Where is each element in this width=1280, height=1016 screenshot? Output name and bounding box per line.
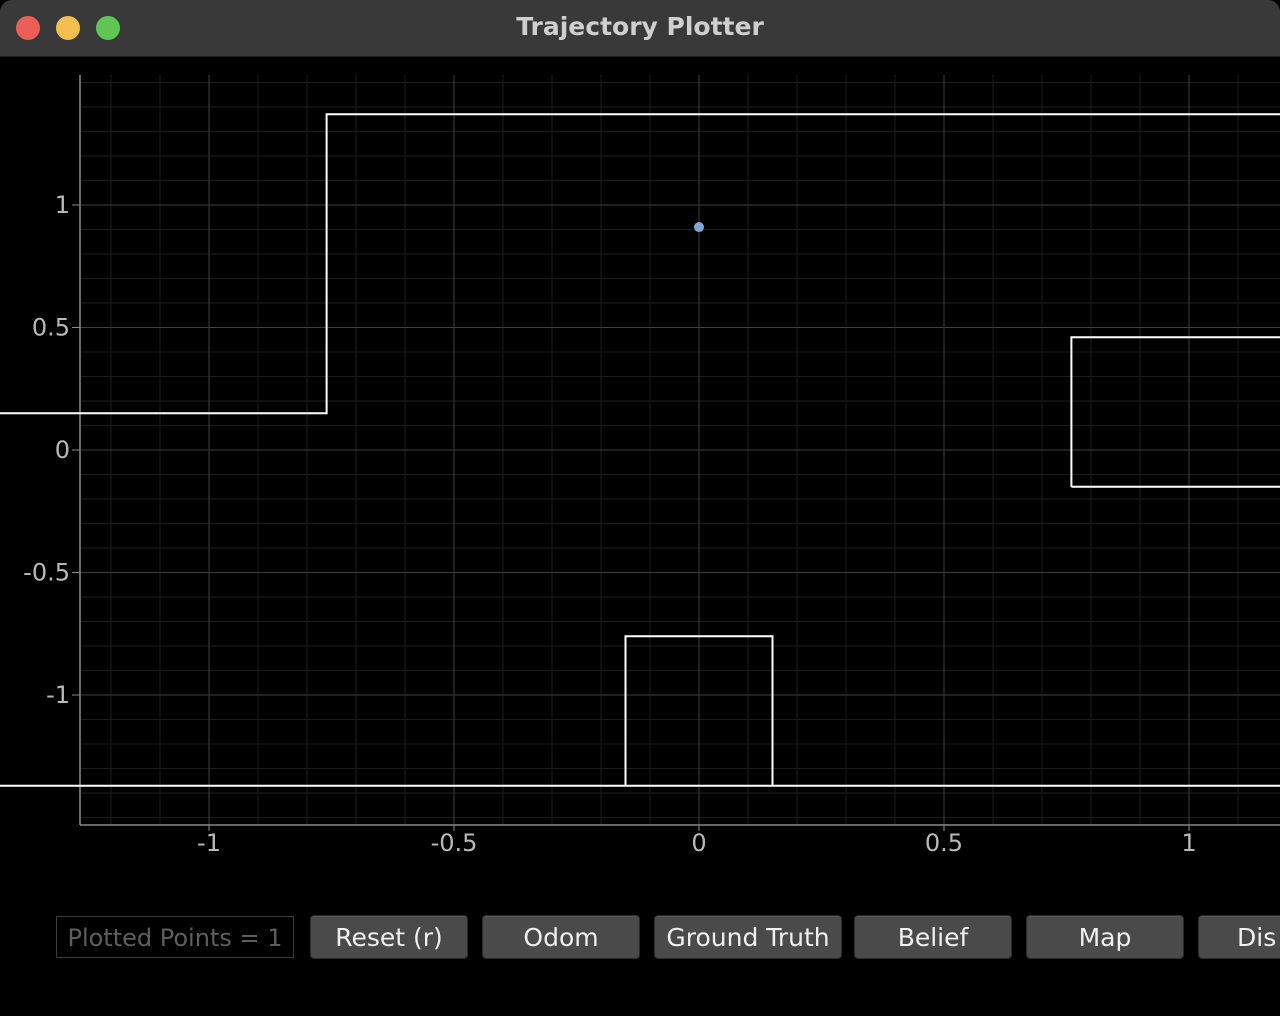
control-bar: Plotted Points = 1 Reset (r) Odom Ground… (0, 900, 1280, 980)
y-axis-ticks: 1 0.5 0 -0.5 -1 (23, 191, 80, 709)
x-tick-label: 1 (1181, 829, 1196, 857)
y-tick-label: -1 (46, 681, 70, 709)
map-wall-line (1070, 336, 1280, 488)
ground-truth-button[interactable]: Ground Truth (654, 915, 842, 959)
y-tick-label: 1 (55, 191, 70, 219)
window-title: Trajectory Plotter (516, 12, 764, 41)
dist-button[interactable]: Dis (1198, 915, 1280, 959)
y-tick-label: 0.5 (32, 314, 70, 342)
belief-button[interactable]: Belief (854, 915, 1012, 959)
trajectory-plot[interactable]: -2-1.5-1-0.500.511.52 10.50-0.5-1 (0, 57, 1280, 887)
x-tick-label: 0.5 (925, 829, 963, 857)
y-tick-label: -0.5 (23, 559, 70, 587)
trajectory-point (694, 222, 704, 233)
trajectory-plotter-window: Trajectory Plotter -2-1.5-1-0.500.511.52… (0, 0, 1280, 1016)
major-grid (80, 75, 1280, 825)
x-axis-ticks: -2-1.5-1-0.500.511.52 (197, 825, 1197, 857)
plotted-points (694, 222, 704, 233)
y-tick-label: 0 (55, 436, 70, 464)
x-tick-label: -0.5 (431, 829, 478, 857)
x-tick-label: 0 (691, 829, 706, 857)
plotted-points-counter: Plotted Points = 1 (56, 916, 294, 958)
map-button[interactable]: Map (1026, 915, 1184, 959)
reset-button[interactable]: Reset (r) (310, 915, 468, 959)
title-bar: Trajectory Plotter (0, 0, 1280, 57)
x-tick-label: -1 (197, 829, 221, 857)
odom-button[interactable]: Odom (482, 915, 640, 959)
